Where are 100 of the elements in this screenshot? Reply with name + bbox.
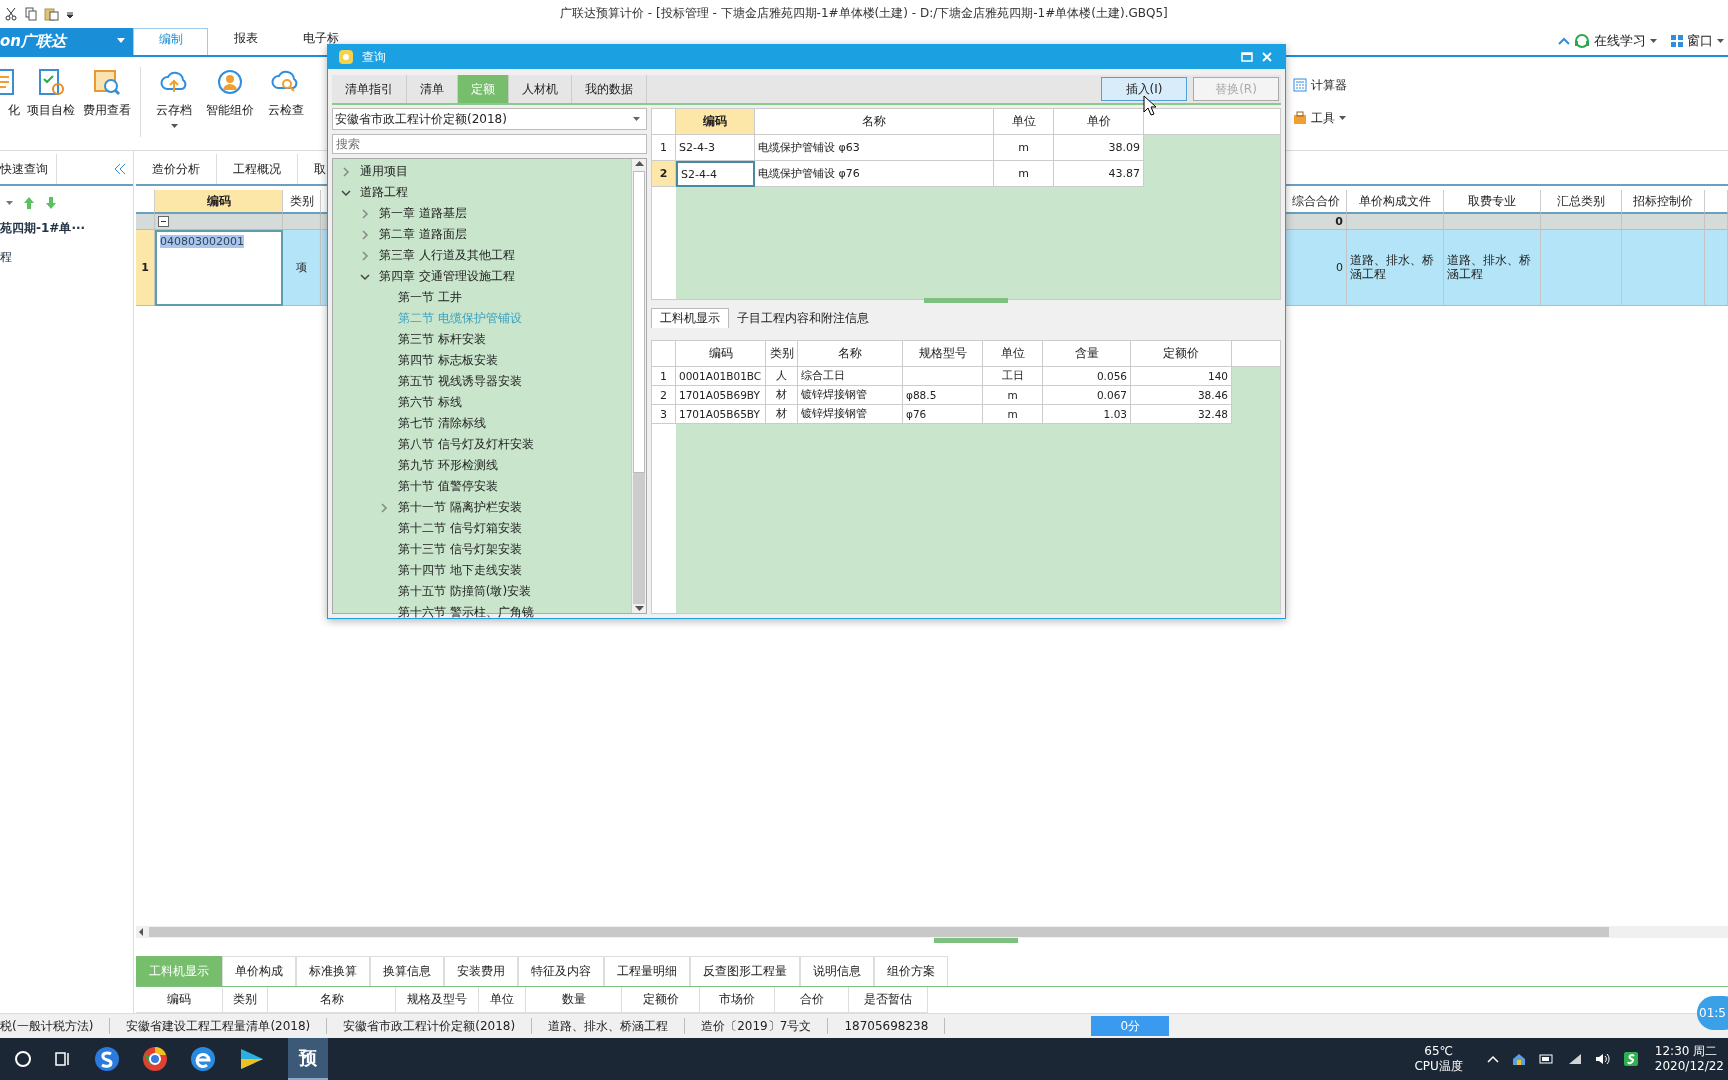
tree-item[interactable]: 第十四节 地下走线安装: [398, 562, 522, 579]
chevron-down-icon[interactable]: [360, 271, 370, 282]
tree-item[interactable]: 第八节 信号灯及灯杆安装: [398, 436, 534, 453]
collapse-icon[interactable]: [158, 216, 169, 228]
tree-item[interactable]: 苑四期-1#单···: [0, 214, 133, 244]
tree-item[interactable]: 第一章 道路基层: [379, 205, 467, 222]
column-header[interactable]: 编码: [155, 190, 283, 215]
tree-item[interactable]: 第二章 道路面层: [379, 226, 467, 243]
battery-icon[interactable]: [1538, 1053, 1555, 1065]
tree-item[interactable]: 程: [0, 243, 133, 273]
chevron-right-icon[interactable]: [360, 229, 370, 240]
panel-tab[interactable]: 安装费用: [444, 956, 518, 987]
caret-icon[interactable]: [170, 123, 178, 129]
swirl-app-icon[interactable]: [94, 1046, 120, 1072]
panel-tab[interactable]: 标准换算: [296, 956, 370, 987]
network-drive-icon[interactable]: [1510, 1051, 1527, 1067]
panel-tab[interactable]: 快速查询: [0, 154, 57, 185]
ribbon-button[interactable]: 费用查看: [82, 66, 132, 119]
table-cell[interactable]: 电缆保护管铺设 φ76: [755, 161, 994, 187]
splitter-handle[interactable]: [934, 938, 1018, 944]
caret-icon[interactable]: [1717, 38, 1724, 44]
panel-tab[interactable]: 反查图形工程量: [690, 956, 800, 987]
panel-tab[interactable]: 换算信息: [370, 956, 444, 987]
scrollbar-thumb[interactable]: [633, 171, 645, 473]
caret-icon[interactable]: [633, 116, 640, 122]
menu-tab[interactable]: 电子标: [283, 27, 358, 55]
tree-item[interactable]: 第三节 标杆安装: [398, 331, 486, 348]
panel-tab[interactable]: 工料机显示: [651, 308, 729, 328]
s-app-icon[interactable]: [1622, 1051, 1639, 1067]
scissors-icon[interactable]: [4, 6, 18, 21]
vertical-scrollbar[interactable]: [631, 159, 646, 613]
panel-tab[interactable]: 组价方案: [874, 956, 948, 987]
panel-tab[interactable]: 单价构成: [222, 956, 296, 987]
tree-item[interactable]: 第六节 标线: [398, 394, 462, 411]
ribbon-button[interactable]: 计算器: [1293, 76, 1728, 94]
caret-icon[interactable]: [1650, 38, 1657, 44]
panel-tab[interactable]: 特征及内容: [518, 956, 604, 987]
panel-tab[interactable]: 说明信息: [800, 956, 874, 987]
ribbon-button[interactable]: 智能组价: [205, 66, 255, 119]
menu-tab[interactable]: 报表: [208, 27, 283, 55]
dialog-tab[interactable]: 我的数据: [572, 75, 647, 103]
tree-item[interactable]: 第一节 工井: [398, 289, 462, 306]
ribbon-button[interactable]: 云检查: [261, 66, 311, 119]
tree-item[interactable]: 第九节 环形检测线: [398, 457, 498, 474]
maximize-icon[interactable]: [1241, 51, 1253, 63]
ribbon-button[interactable]: 云存档: [149, 66, 199, 129]
paste-icon[interactable]: [44, 6, 60, 21]
search-icon[interactable]: [14, 1050, 32, 1068]
scroll-up-icon[interactable]: [633, 159, 645, 168]
menu-link[interactable]: 窗口: [1687, 32, 1713, 51]
taskbar-app[interactable]: 预: [288, 1038, 328, 1080]
splitter-handle[interactable]: [924, 298, 1008, 303]
copy-icon[interactable]: [24, 6, 38, 21]
sheet-tab[interactable]: 造价分析: [136, 154, 217, 185]
clock-date[interactable]: 2020/12/22: [1654, 1059, 1724, 1074]
tree-item[interactable]: 第十三节 信号灯架安装: [398, 541, 522, 558]
table-cell[interactable]: S2-4-3: [676, 135, 755, 161]
tree-item[interactable]: 第四节 标志板安装: [398, 352, 498, 369]
tree-item[interactable]: 第三章 人行道及其他工程: [379, 247, 515, 264]
tree-item[interactable]: 第四章 交通管理设施工程: [379, 268, 515, 285]
caret-icon[interactable]: [1339, 115, 1346, 121]
tree-item[interactable]: 通用项目: [360, 163, 408, 180]
close-icon[interactable]: [1261, 51, 1273, 63]
panel-tab[interactable]: 子目工程内容和附注信息: [729, 308, 877, 328]
tree-item[interactable]: 第十五节 防撞筒(墩)安装: [398, 583, 532, 600]
tree-item[interactable]: 第十二节 信号灯箱安装: [398, 520, 522, 537]
tree-item[interactable]: 第五节 视线诱导器安装: [398, 373, 522, 390]
table-row[interactable]: 1 S2-4-3 电缆保护管铺设 φ63 m 38.09: [652, 135, 1144, 161]
table-cell[interactable]: S2-4-4: [676, 161, 755, 187]
browser-icon[interactable]: [142, 1046, 168, 1072]
sheet-tab[interactable]: 工程概况: [217, 154, 298, 185]
menu-link[interactable]: 在线学习: [1594, 32, 1646, 51]
dialog-tab[interactable]: 人材机: [509, 75, 572, 103]
tree-item[interactable]: 道路工程: [360, 184, 408, 201]
menu-tab[interactable]: 编制: [133, 27, 208, 55]
edge-browser-icon[interactable]: [190, 1046, 216, 1072]
scrollbar-thumb[interactable]: [149, 927, 1609, 938]
chevron-right-icon[interactable]: [360, 208, 370, 219]
horizontal-scrollbar[interactable]: [136, 926, 1728, 939]
chevron-right-icon[interactable]: [341, 166, 351, 177]
app-logo[interactable]: on广联达: [0, 27, 133, 55]
table-cell[interactable]: m: [994, 161, 1054, 187]
tree-item[interactable]: 第十六节 警示柱、广角镜: [398, 604, 534, 621]
ribbon-button[interactable]: 工具: [1293, 109, 1728, 127]
chevron-right-icon[interactable]: [360, 250, 370, 261]
task-view-icon[interactable]: [54, 1050, 72, 1068]
search-field[interactable]: 搜索: [332, 134, 647, 154]
tree-item[interactable]: 第十一节 隔离护栏安装: [398, 499, 522, 516]
clock-time[interactable]: 12:30 周二: [1654, 1044, 1718, 1059]
ribbon-button[interactable]: 项目自检: [26, 66, 76, 119]
dialog-tab[interactable]: 清单指引: [332, 75, 407, 103]
table-cell[interactable]: 040803002001: [160, 235, 244, 249]
column-header[interactable]: 编码: [676, 109, 755, 135]
chevron-down-icon[interactable]: [341, 187, 351, 198]
library-select[interactable]: 安徽省市政工程计价定额(2018): [332, 108, 647, 130]
volume-icon[interactable]: [1594, 1052, 1611, 1066]
chevron-right-icon[interactable]: [379, 502, 389, 513]
caret-icon[interactable]: [6, 200, 13, 206]
table-row[interactable]: 2 S2-4-4 电缆保护管铺设 φ76 m 43.87: [652, 161, 1144, 187]
tree-item[interactable]: 第七节 清除标线: [398, 415, 486, 432]
